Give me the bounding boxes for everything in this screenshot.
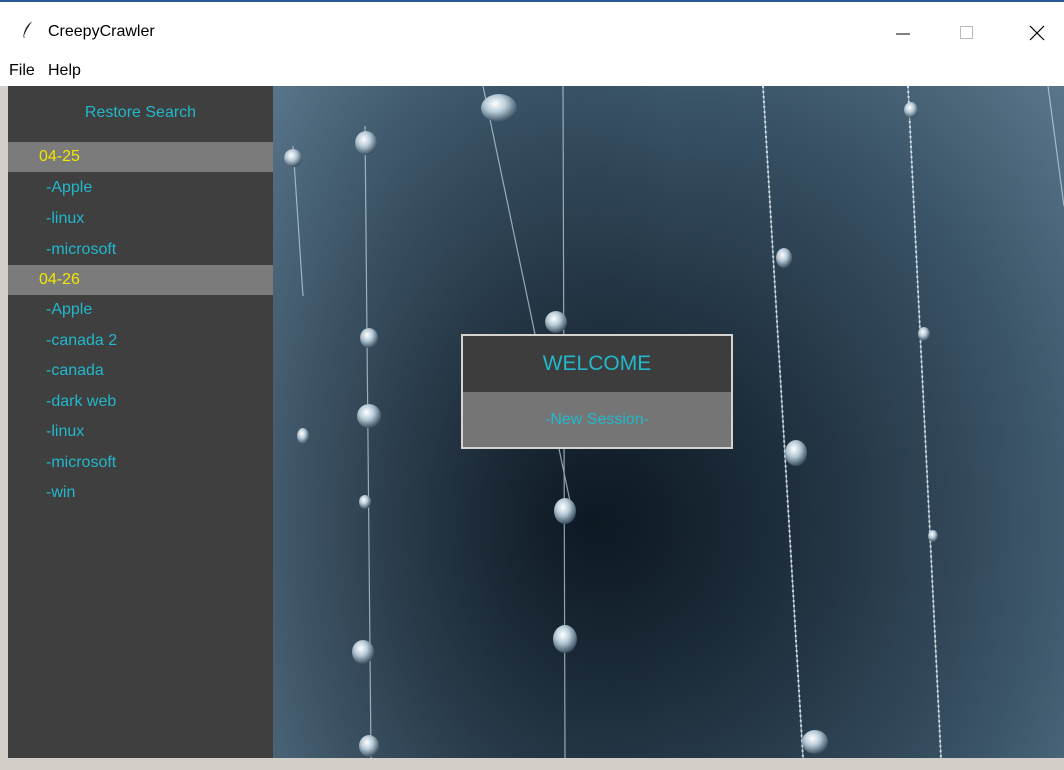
menu-bar: File Help	[0, 56, 1064, 86]
welcome-title: WELCOME	[542, 352, 652, 375]
sidebar: Restore Search 04-25 -Apple -linux -micr…	[8, 86, 273, 760]
close-icon	[1029, 25, 1045, 41]
session-item[interactable]: -Apple	[46, 176, 92, 200]
date-group-header[interactable]: 04-26	[8, 265, 273, 295]
close-button[interactable]	[1014, 10, 1060, 56]
session-item[interactable]: -win	[46, 481, 75, 505]
window-bottom-edge	[0, 758, 1064, 770]
restore-search-button[interactable]: Restore Search	[8, 86, 273, 140]
session-item[interactable]: -microsoft	[46, 451, 116, 475]
date-group-header[interactable]: 04-25	[8, 142, 273, 172]
minimize-button[interactable]	[880, 10, 926, 56]
minimize-icon	[896, 33, 910, 35]
window-title: CreepyCrawler	[48, 23, 155, 40]
maximize-icon	[960, 26, 973, 39]
feather-icon	[20, 20, 36, 40]
title-bar[interactable]: CreepyCrawler	[0, 2, 1064, 56]
new-session-button[interactable]: -New Session-	[463, 392, 731, 447]
session-item[interactable]: -canada 2	[46, 329, 117, 353]
maximize-button[interactable]	[944, 10, 990, 56]
session-item[interactable]: -dark web	[46, 390, 116, 414]
session-item[interactable]: -Apple	[46, 298, 92, 322]
session-item[interactable]: -linux	[46, 420, 84, 444]
session-item[interactable]: -microsoft	[46, 238, 116, 262]
session-item[interactable]: -canada	[46, 359, 104, 383]
session-item[interactable]: -linux	[46, 207, 84, 231]
welcome-dialog: WELCOME -New Session-	[461, 334, 733, 449]
window-left-edge	[0, 86, 8, 758]
menu-file[interactable]: File	[9, 62, 35, 80]
menu-help[interactable]: Help	[48, 62, 81, 80]
